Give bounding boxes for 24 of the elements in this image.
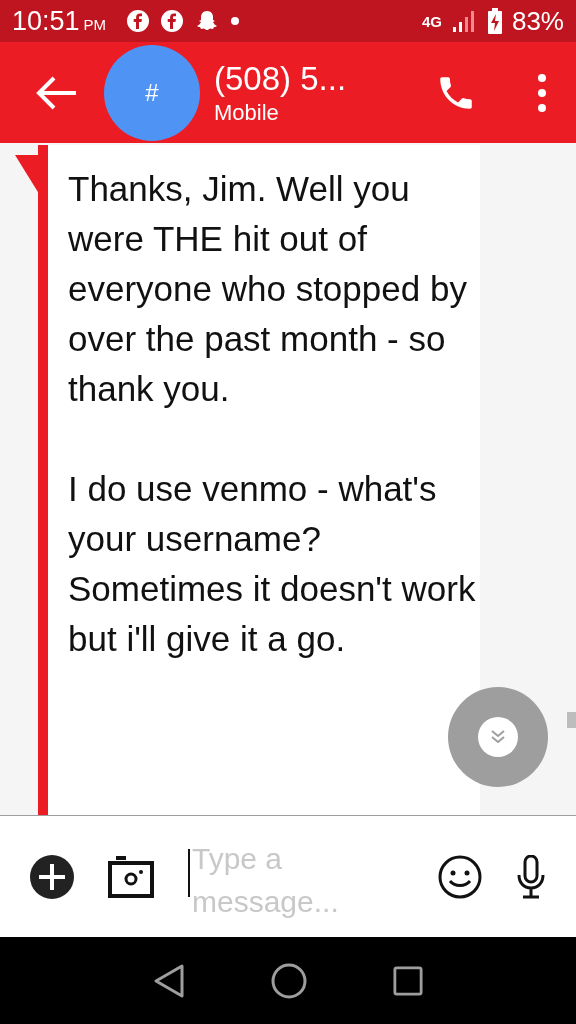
- battery-icon: [487, 8, 502, 34]
- double-chevron-icon: [478, 717, 518, 757]
- contact-avatar[interactable]: #: [104, 44, 200, 141]
- home-icon[interactable]: [271, 962, 307, 999]
- scroll-thumb: [567, 712, 576, 728]
- message-text: I do use venmo - what's your username? Sometimes it doesn't work but i'll give it a go.: [68, 468, 477, 660]
- smiley-icon[interactable]: [438, 854, 482, 899]
- camera-icon[interactable]: [108, 855, 154, 898]
- facebook-icon: [126, 9, 151, 33]
- network-type: 4G: [421, 12, 442, 30]
- microphone-icon[interactable]: [516, 854, 546, 899]
- notification-dot-icon: [230, 16, 241, 26]
- contact-type: Mobile: [214, 99, 280, 126]
- battery-level: 83%: [511, 5, 564, 37]
- facebook-icon: [160, 9, 185, 33]
- status-ampm: PM: [83, 15, 107, 33]
- message-text: Thanks, Jim. Well you were THE hit out of everyone who stopped by over the past month - so thank you.: [68, 168, 468, 410]
- status-time: 10:51: [12, 5, 80, 37]
- back-arrow-icon[interactable]: [34, 74, 78, 111]
- contact-number: (508) 5...: [214, 59, 348, 98]
- more-options-icon[interactable]: [537, 72, 547, 113]
- recents-icon[interactable]: [393, 965, 423, 996]
- add-icon[interactable]: [30, 854, 74, 899]
- back-icon[interactable]: [153, 963, 185, 998]
